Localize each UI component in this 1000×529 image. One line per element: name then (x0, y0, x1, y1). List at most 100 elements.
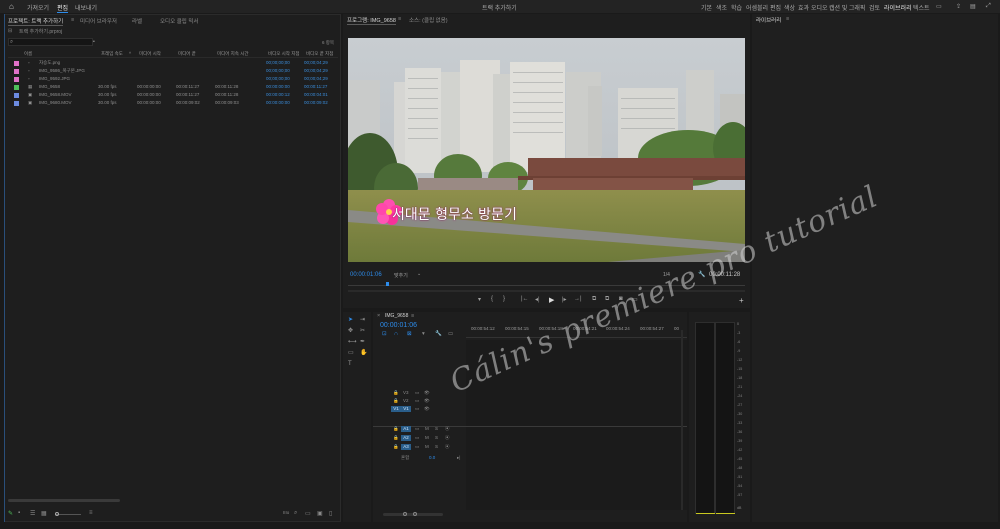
tab-media-browser[interactable]: 미디어 브라우저 (80, 17, 117, 25)
close-icon[interactable]: × (377, 313, 380, 319)
eye-icon[interactable]: 👁 (424, 398, 430, 404)
home-icon[interactable]: ⌂ (9, 2, 14, 11)
hand-tool-icon[interactable]: ✋ (360, 350, 367, 356)
panel-menu-icon[interactable]: ≡ (71, 17, 74, 23)
eye-icon[interactable]: 👁 (424, 406, 430, 412)
tab-audio-clip-mixer[interactable]: 오디오 클립 믹서 (160, 17, 198, 25)
quick-export-icon[interactable]: ▤ (970, 3, 976, 10)
go-to-in-icon[interactable]: |← (521, 296, 529, 302)
go-to-out-icon[interactable]: →| (574, 296, 582, 302)
timeline-zoom-scroll[interactable] (383, 512, 443, 516)
sort-icon[interactable]: ≡ (89, 510, 93, 516)
mute-button[interactable]: M (425, 426, 429, 431)
column-media-start[interactable]: 미디어 시작 (139, 51, 161, 57)
list-item[interactable]: ▫ IMG_9586_복구본.JPG 00;00;00;00 00;00;04;… (12, 68, 337, 75)
mark-out-icon[interactable]: } (503, 296, 505, 302)
timeline-settings-icon[interactable]: 🔧 (435, 331, 442, 337)
new-bin-icon[interactable]: ▭ (305, 510, 311, 517)
list-item[interactable]: ▦ IMG_9658 30.00 fps 00:00:00:00 00:00:1… (12, 84, 337, 91)
solo-button[interactable]: S (435, 426, 438, 431)
list-item[interactable]: ▫ IMG_9592.JPG 00;00;00;00 00;00;04;29 (12, 76, 337, 83)
microphone-icon[interactable]: ⦿ (445, 426, 450, 432)
tab-import[interactable]: 가져오기 (27, 3, 49, 12)
fit-dropdown[interactable]: 맞추기 (394, 272, 408, 279)
mix-value[interactable]: 0.0 (429, 455, 435, 460)
ripple-edit-icon[interactable]: ✥ (348, 328, 353, 334)
workspace-audio[interactable]: 오디오 (811, 3, 828, 12)
mark-in-icon[interactable]: { (491, 296, 493, 302)
playhead-timecode[interactable]: 00:00:01:06 (350, 272, 382, 278)
column-media-duration[interactable]: 미디어 지속 시간 (217, 51, 248, 57)
workspace-edit[interactable]: 편집 (770, 3, 781, 12)
fullscreen-icon[interactable]: ⤢ (986, 3, 991, 10)
mute-button[interactable]: M (425, 435, 429, 440)
play-icon[interactable]: ▶ (549, 296, 554, 304)
lock-icon[interactable]: 🔒 (393, 398, 399, 404)
overlay-title-text[interactable]: 서대문 형무소 방문기 (392, 204, 517, 224)
workspace-color[interactable]: 색조 (716, 3, 727, 12)
sync-icon[interactable]: ▭ (415, 398, 419, 404)
list-item[interactable]: ▫ 자승도.png 00;00;00;00 00;00;04;29 (12, 60, 337, 67)
linked-selection-icon[interactable]: ⊠ (407, 331, 412, 337)
video-preview[interactable]: 서대문 형무소 방문기 (348, 38, 745, 262)
share-icon[interactable]: ⇪ (956, 3, 961, 10)
solo-button[interactable]: S (435, 435, 438, 440)
track-select-icon[interactable]: ⇥ (360, 317, 365, 323)
tab-edit[interactable]: 편집 (57, 3, 69, 13)
tab-program[interactable]: 프로그램: IMG_9658 (347, 16, 396, 25)
column-video-out[interactable]: 비디오 끝 지점 (306, 51, 333, 57)
lock-icon[interactable]: 🔒 (393, 444, 399, 450)
scroll-handle-right[interactable] (413, 512, 417, 516)
track-label[interactable]: A1 (401, 426, 411, 432)
track-label[interactable]: V3 (403, 390, 409, 395)
source-patch-v1[interactable]: V1 (391, 406, 401, 412)
scroll-handle-left[interactable] (403, 512, 407, 516)
workspace-assembly[interactable]: 어셈블리 (746, 3, 768, 12)
timeline-vertical-scrollbar[interactable] (681, 330, 683, 510)
zoom-slider[interactable] (55, 512, 81, 516)
sync-icon[interactable]: ▭ (415, 435, 419, 441)
column-video-in[interactable]: 비디오 시작 지점 (268, 51, 299, 57)
find-icon[interactable]: ⌕ (294, 510, 297, 517)
column-media-end[interactable]: 미디어 끝 (178, 51, 196, 57)
list-item[interactable]: ▣ IMG_9680.MOV 30.00 fps 00:00:00:00 00:… (12, 100, 337, 107)
list-item[interactable]: ▣ IMG_9658.MOV 30.00 fps 00:00:00:00 00:… (12, 92, 337, 99)
list-view-icon[interactable]: ☰ (30, 510, 35, 517)
lock-icon[interactable]: ▪ (18, 510, 20, 516)
tab-project[interactable]: 프로젝트: 트랙 추가하기 (8, 17, 64, 26)
selection-tool-icon[interactable]: ➤ (348, 317, 353, 323)
captions-icon[interactable]: ▭ (448, 331, 453, 337)
mute-button[interactable]: M (425, 444, 429, 449)
nest-icon[interactable]: ⊡ (382, 331, 387, 337)
panel-menu-icon[interactable]: ≡ (786, 16, 789, 22)
sync-icon[interactable]: ▭ (415, 406, 419, 412)
track-label[interactable]: A2 (401, 435, 411, 441)
column-fps[interactable]: 프레임 속도 (101, 51, 123, 57)
add-marker-icon[interactable]: ▾ (422, 331, 425, 337)
new-bin-from-search-icon[interactable]: ▪ (93, 39, 95, 45)
razor-icon[interactable]: ✂ (360, 328, 365, 334)
workspace-libraries[interactable]: 라이브러리 (884, 3, 912, 12)
sequence-tab[interactable]: IMG_9658 (385, 313, 408, 319)
sync-icon[interactable]: ▭ (415, 426, 419, 432)
workspace-effects[interactable]: 효과 (798, 3, 809, 12)
slip-tool-icon[interactable]: ⟷ (348, 339, 357, 345)
workspace-colorgrade[interactable]: 색상 (784, 3, 795, 12)
workspace-menu-icon[interactable]: ▭ (936, 3, 942, 10)
workspace-learn[interactable]: 학습 (731, 3, 742, 12)
skip-to-end-icon[interactable]: ▸| (457, 455, 460, 461)
step-forward-icon[interactable]: |▸ (562, 296, 567, 303)
workspace-basic[interactable]: 기본 (701, 3, 712, 12)
column-name[interactable]: 이름 (24, 51, 32, 57)
microphone-icon[interactable]: ⦿ (445, 435, 450, 441)
track-label[interactable]: A3 (401, 444, 411, 450)
track-label[interactable]: V1 (401, 406, 411, 412)
icon-view-icon[interactable]: ▦ (41, 510, 47, 517)
type-tool-icon[interactable]: T (348, 361, 352, 367)
tab-source[interactable]: 소스: (클립 없음) (409, 16, 448, 24)
tab-libraries[interactable]: 라이브러리 (756, 16, 781, 24)
workspace-review[interactable]: 검토 (869, 3, 880, 12)
sync-icon[interactable]: ▭ (415, 390, 419, 396)
search-input[interactable]: ⌕ (8, 38, 93, 46)
pen-tool-icon[interactable]: ✒ (360, 339, 365, 345)
